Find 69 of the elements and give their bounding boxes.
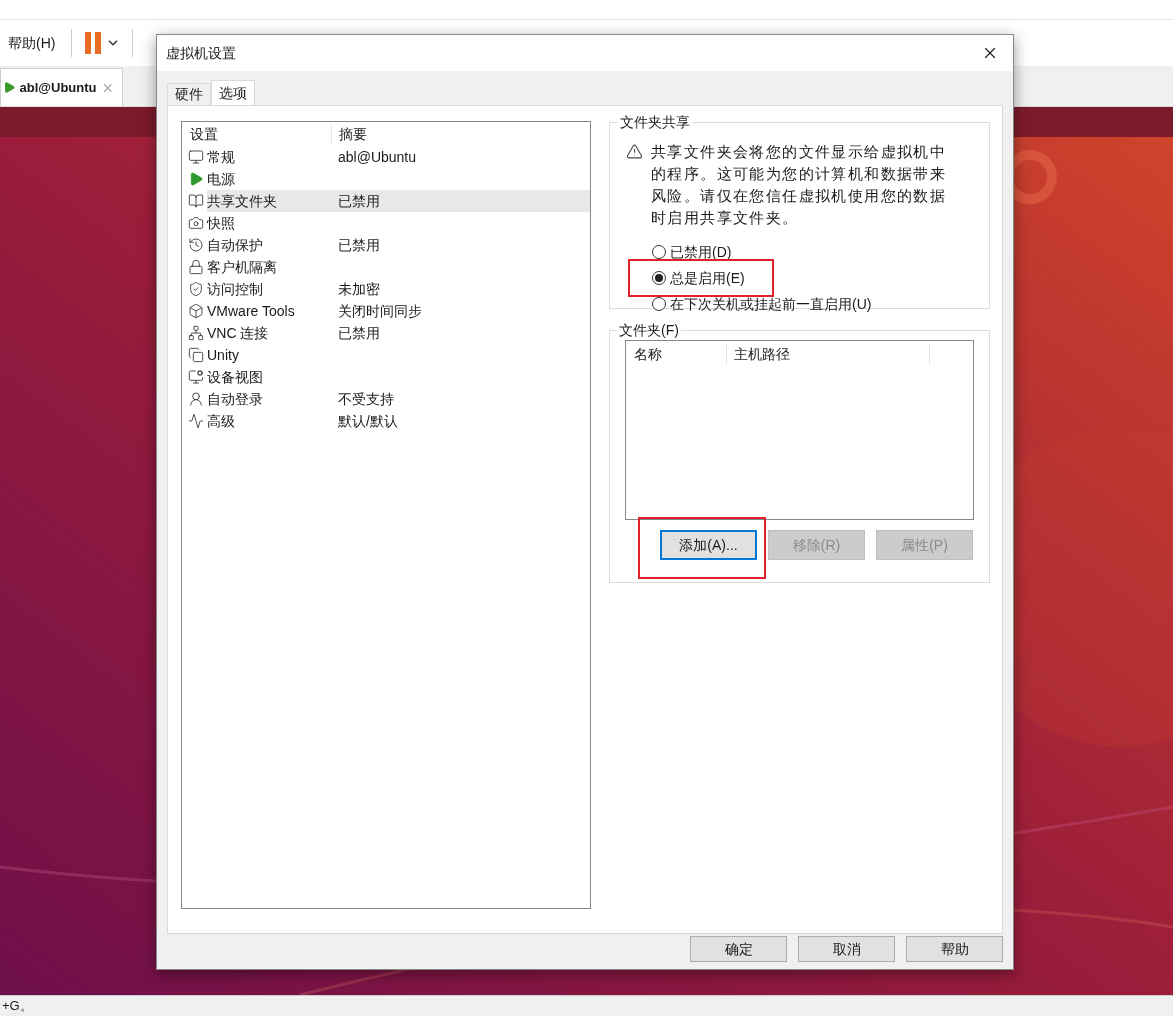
list-row[interactable]: Unity [207,344,590,366]
user-icon [187,390,205,408]
list-row[interactable]: VMware Tools 关闭时间同步 [207,300,590,322]
shield-icon [187,280,205,298]
vm-icon [3,81,16,94]
camera-icon [187,214,205,232]
column-header: 名称 [626,343,727,365]
dialog-tab[interactable]: 选项 [211,80,255,105]
setting-summary: 关闭时间同步 [338,301,422,321]
list-row[interactable]: 高级 默认/默认 [207,410,590,432]
setting-name: 电源 [207,169,236,189]
group-title: 文件夹(F) [618,321,680,340]
window-title: 虚拟机设置 [166,43,236,63]
vm-tab[interactable]: abl@Ubuntu [0,68,123,106]
pulse-icon [187,412,205,430]
setting-name: 自动保护 [207,235,264,255]
list-row[interactable]: 共享文件夹 已禁用 [207,190,590,212]
radio-option[interactable]: 在下次关机或挂起前一直启用(U) [652,293,872,315]
folder-icon [187,192,205,210]
radio-option[interactable]: 已禁用(D) [652,241,732,263]
lock-icon [187,258,205,276]
setting-name: VNC 连接 [207,323,270,343]
setting-name: 常规 [207,147,236,167]
warning-icon [626,143,643,160]
setting-summary: 不受支持 [338,389,394,409]
setting-name: 设备视图 [207,367,264,387]
setting-name: 共享文件夹 [207,191,278,211]
setting-name: Unity [207,345,240,365]
dialog-button[interactable]: 添加(A)... [660,530,757,560]
setting-summary: 未加密 [338,279,380,299]
box-icon [187,302,205,320]
list-row[interactable]: 自动保护 已禁用 [207,234,590,256]
list-row[interactable]: 设备视图 [207,366,590,388]
list-row[interactable]: 自动登录 不受支持 [207,388,590,410]
windows-icon [187,346,205,364]
setting-name: 访问控制 [207,279,264,299]
setting-summary: 已禁用 [338,191,380,211]
monitor-icon [187,368,205,386]
list-row[interactable]: 常规 abl@Ubuntu [207,146,590,168]
network-icon [187,324,205,342]
dialog-button[interactable]: 帮助 [906,936,1003,962]
column-header: 摘要 [338,124,368,144]
help-menu[interactable]: 帮助(H) [0,32,64,54]
warning-text: 共享文件夹会将您的文件显示给虚拟机中的程序。这可能为您的计算机和数据带来风险。请仅在您信任虚拟机使用您的数据时启用共享文件夹。 [651,142,948,228]
setting-name: VMware Tools [207,301,296,321]
history-icon [187,236,205,254]
group-title: 文件夹共享 [619,113,691,132]
list-row[interactable]: 快照 [207,212,590,234]
setting-name: 高级 [207,411,236,431]
dialog-button[interactable]: 确定 [690,936,787,962]
tab-title: abl@Ubuntu [19,78,97,97]
setting-summary: 默认/默认 [338,411,398,431]
list-row[interactable]: VNC 连接 已禁用 [207,322,590,344]
column-header: 主机路径 [727,343,930,365]
list-row[interactable]: 客户机隔离 [207,256,590,278]
setting-summary: 已禁用 [338,235,380,255]
dialog-tab[interactable]: 硬件 [167,83,211,105]
setting-name: 快照 [207,213,236,233]
setting-name: 自动登录 [207,389,264,409]
setting-summary: abl@Ubuntu [338,147,417,167]
column-header: 设置 [182,123,332,145]
radio-option[interactable]: 总是启用(E) [652,267,745,289]
list-row[interactable]: 电源 [207,168,590,190]
status-text: +G。 [1,997,34,1016]
setting-summary: 已禁用 [338,323,380,343]
dialog-button[interactable]: 取消 [798,936,895,962]
setting-name: 客户机隔离 [207,257,278,277]
list-row[interactable]: 访问控制 未加密 [207,278,590,300]
monitor-icon [187,148,205,166]
